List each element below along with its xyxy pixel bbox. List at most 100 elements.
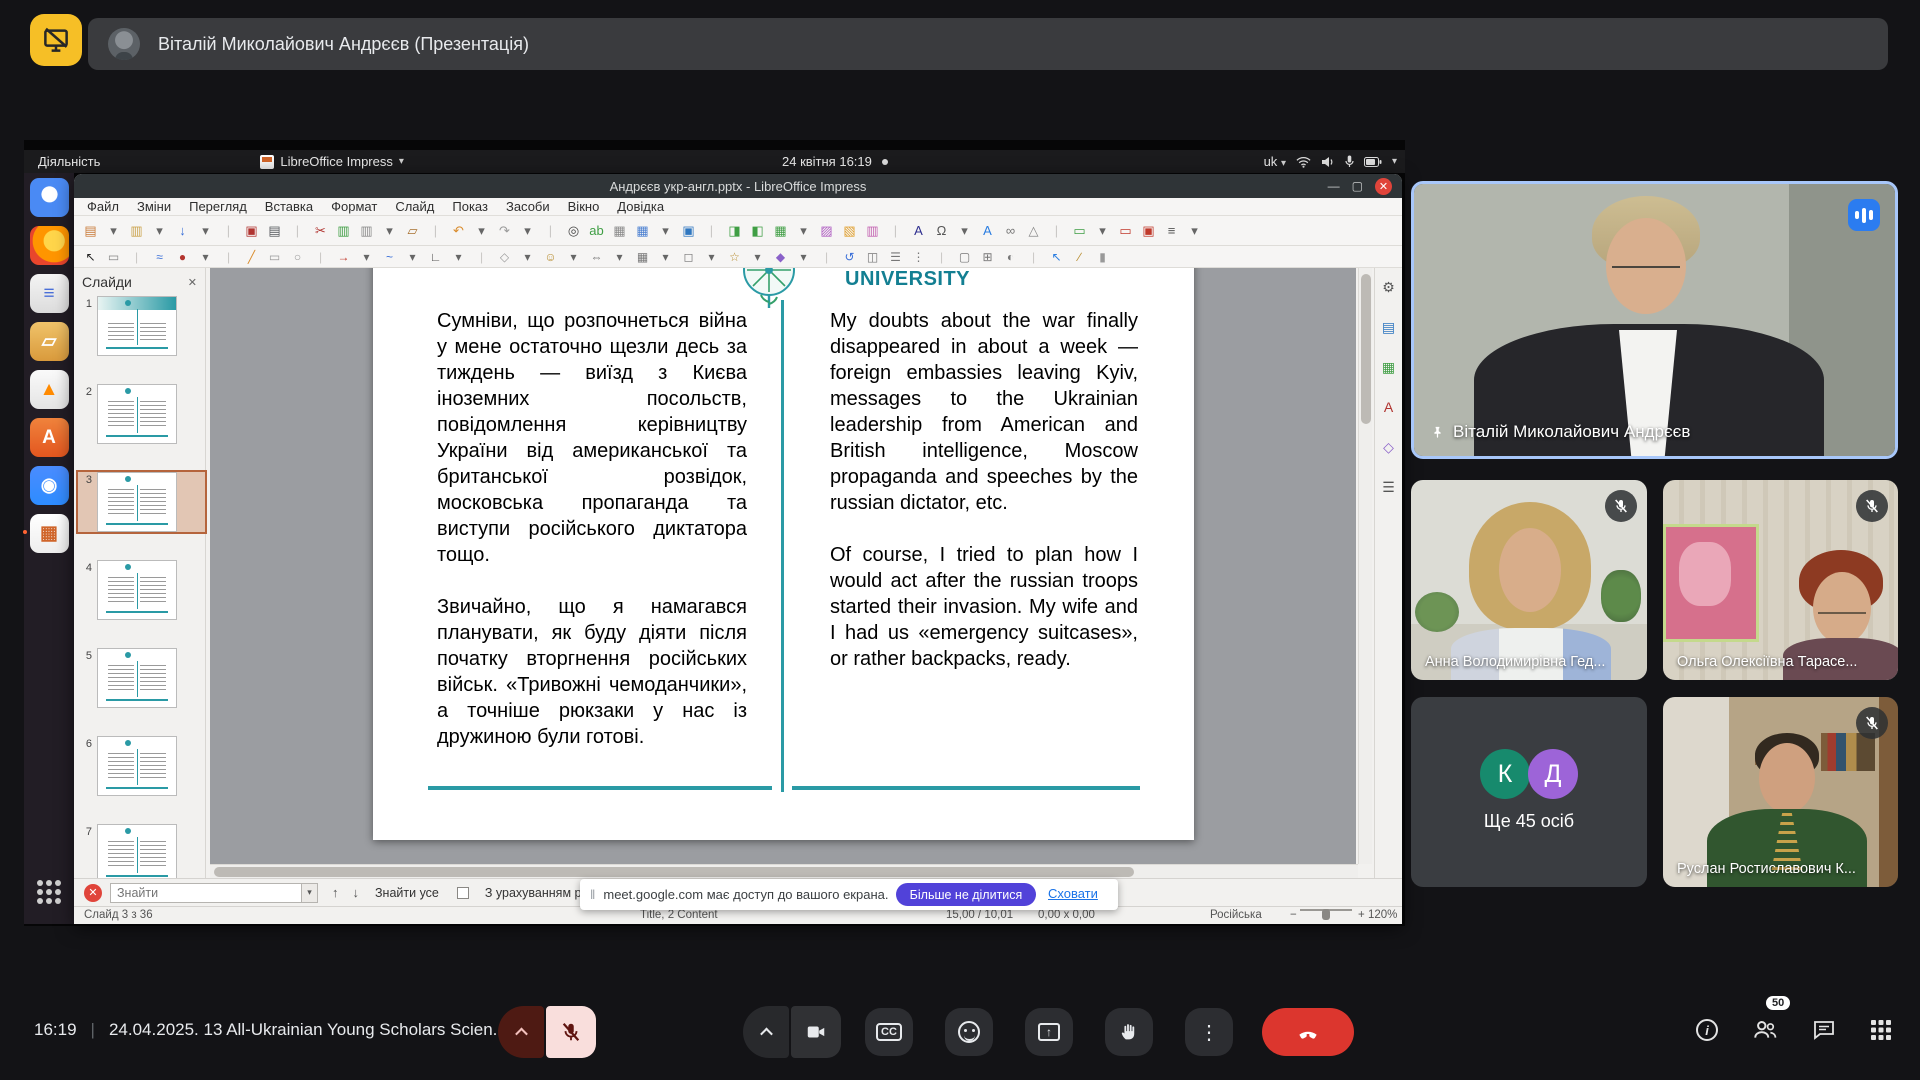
toolbar-icon[interactable]: ▾ <box>703 249 720 264</box>
reactions-button[interactable] <box>945 1008 993 1056</box>
toolbar-icon[interactable]: | <box>312 249 329 264</box>
close-button[interactable]: ✕ <box>1375 178 1392 195</box>
toolbar-icon[interactable]: ↷ <box>496 222 513 240</box>
toolbar-icon[interactable]: ▾ <box>197 249 214 264</box>
toolbar-icon[interactable]: ↖ <box>82 249 99 264</box>
toolbar-icon[interactable]: ▾ <box>519 222 536 240</box>
toolbar-icon[interactable]: ▾ <box>473 222 490 240</box>
toolbar-icon[interactable]: ▭ <box>1117 222 1134 240</box>
slide-page[interactable]: UNIVERSITY Сумніви, що розпочнеться війн… <box>373 268 1194 840</box>
slide-thumbnail[interactable]: 4 <box>78 560 205 620</box>
toolbar-icon[interactable]: ◫ <box>864 249 881 264</box>
toolbar-icon[interactable]: | <box>220 249 237 264</box>
mic-toggle-button[interactable] <box>546 1006 596 1058</box>
sidebar-icon[interactable]: A <box>1380 398 1397 416</box>
toolbar-icon[interactable]: ☰ <box>887 249 904 264</box>
toolbar-icon[interactable]: | <box>128 249 145 264</box>
toolbar-icon[interactable]: ▾ <box>795 222 812 240</box>
drag-handle-icon[interactable]: ‖ <box>590 887 595 902</box>
menu-item[interactable]: Файл <box>78 199 128 214</box>
menu-item[interactable]: Засоби <box>497 199 559 214</box>
window-titlebar[interactable]: Андрєєв укр-англ.pptx - LibreOffice Impr… <box>74 174 1402 198</box>
chevron-down-icon[interactable]: ▾ <box>1392 156 1397 167</box>
toolbar-icon[interactable]: ▥ <box>335 222 352 240</box>
sidebar-icon[interactable]: ▦ <box>1380 358 1397 376</box>
participant-tile[interactable]: Анна Володимирівна Гед... <box>1411 480 1647 680</box>
toolbar-icon[interactable]: ✂ <box>312 222 329 240</box>
toolbar-icon[interactable]: ▥ <box>128 222 145 240</box>
menu-item[interactable]: Вставка <box>256 199 322 214</box>
toolbar-icon[interactable]: ▣ <box>1140 222 1157 240</box>
toolbar-icon[interactable]: ↓ <box>174 222 191 240</box>
toolbar-icon[interactable]: ◐ <box>1002 249 1019 264</box>
toolbar-icon[interactable]: ▦ <box>611 222 628 240</box>
menu-item[interactable]: Слайд <box>386 199 443 214</box>
maximize-button[interactable]: ▢ <box>1352 179 1363 193</box>
toolbar-icon[interactable]: ▾ <box>565 249 582 264</box>
menu-item[interactable]: Зміни <box>128 199 180 214</box>
toolbar-icon[interactable]: ☆ <box>726 249 743 264</box>
activities-grid-button[interactable] <box>1870 1019 1892 1041</box>
people-button[interactable] <box>1752 1018 1778 1042</box>
toolbar-icon[interactable]: ▮ <box>1094 249 1111 264</box>
toolbar-icon[interactable]: ▱ <box>404 222 421 240</box>
toolbar-icon[interactable]: ⊞ <box>979 249 996 264</box>
overflow-participants-tile[interactable]: КД Ще 45 осіб <box>1411 697 1647 887</box>
toolbar-icon[interactable]: ≡ <box>1163 222 1180 240</box>
vertical-scrollbar[interactable] <box>1358 268 1372 864</box>
toolbar-icon[interactable]: ▾ <box>105 222 122 240</box>
toolbar-icon[interactable]: ▨ <box>818 222 835 240</box>
toolbar-icon[interactable]: ⋮ <box>910 249 927 264</box>
toolbar-icon[interactable]: ● <box>174 249 191 264</box>
slide-thumbnail[interactable]: 5 <box>78 648 205 708</box>
toolbar-icon[interactable]: A <box>979 222 996 240</box>
toolbar-icon[interactable]: Ω <box>933 222 950 240</box>
sidebar-icon[interactable]: ◇ <box>1380 438 1397 456</box>
toolbar-icon[interactable]: ▭ <box>266 249 283 264</box>
toolbar-icon[interactable]: ▥ <box>358 222 375 240</box>
toolbar-icon[interactable]: ⇔ <box>588 249 605 264</box>
toolbar-icon[interactable]: ◨ <box>726 222 743 240</box>
slide-thumbnail[interactable]: 3 <box>78 472 205 532</box>
toolbar-icon[interactable]: ab <box>588 222 605 240</box>
toolbar-icon[interactable]: ▾ <box>358 249 375 264</box>
toolbar-icon[interactable]: ▤ <box>82 222 99 240</box>
toolbar-icon[interactable]: | <box>1048 222 1065 240</box>
toolbar-icon[interactable]: ▾ <box>151 222 168 240</box>
find-next-icon[interactable]: ↓ <box>353 885 360 900</box>
toolbar-icon[interactable]: ▾ <box>956 222 973 240</box>
toolbar-icon[interactable]: ▾ <box>450 249 467 264</box>
toolbar-icon[interactable]: ▾ <box>611 249 628 264</box>
toolbar-icon[interactable]: A <box>910 222 927 240</box>
toolbar-icon[interactable]: ▦ <box>634 249 651 264</box>
toolbar-icon[interactable]: ▦ <box>634 222 651 240</box>
slide-thumbnail[interactable]: 6 <box>78 736 205 796</box>
toolbar-icon[interactable]: ▾ <box>795 249 812 264</box>
menu-item[interactable]: Показ <box>443 199 497 214</box>
dock-icon[interactable]: A <box>30 418 69 457</box>
present-screen-button[interactable]: ↑ <box>1025 1008 1073 1056</box>
menu-item[interactable]: Формат <box>322 199 386 214</box>
toolbar-icon[interactable]: ◎ <box>565 222 582 240</box>
zoom-slider-knob[interactable] <box>1322 909 1330 920</box>
keyboard-layout[interactable]: uk ▾ <box>1264 154 1286 169</box>
toolbar-icon[interactable]: ◧ <box>749 222 766 240</box>
menu-item[interactable]: Перегляд <box>180 199 256 214</box>
chat-button[interactable] <box>1812 1018 1836 1042</box>
toolbar-icon[interactable]: ▥ <box>864 222 881 240</box>
sidebar-icon[interactable]: ☰ <box>1380 478 1397 496</box>
toolbar-icon[interactable]: ▾ <box>1186 222 1203 240</box>
toolbar-icon[interactable]: ╱ <box>243 249 260 264</box>
presenter-banner[interactable]: Віталій Миколайович Андрєєв (Презентація… <box>88 18 1888 70</box>
close-icon[interactable]: ✕ <box>188 276 197 289</box>
raise-hand-button[interactable] <box>1105 1008 1153 1056</box>
participant-tile[interactable]: Руслан Ростиславович К... <box>1663 697 1898 887</box>
toolbar-icon[interactable]: | <box>703 222 720 240</box>
toolbar-icon[interactable]: ↺ <box>841 249 858 264</box>
show-applications-button[interactable] <box>24 872 74 912</box>
toolbar-icon[interactable]: ▾ <box>657 249 674 264</box>
toolbar-icon[interactable]: | <box>542 222 559 240</box>
slide-thumbnail[interactable]: 1 <box>78 296 205 356</box>
match-case-checkbox[interactable] <box>457 887 469 899</box>
slide-thumbnail[interactable]: 2 <box>78 384 205 444</box>
